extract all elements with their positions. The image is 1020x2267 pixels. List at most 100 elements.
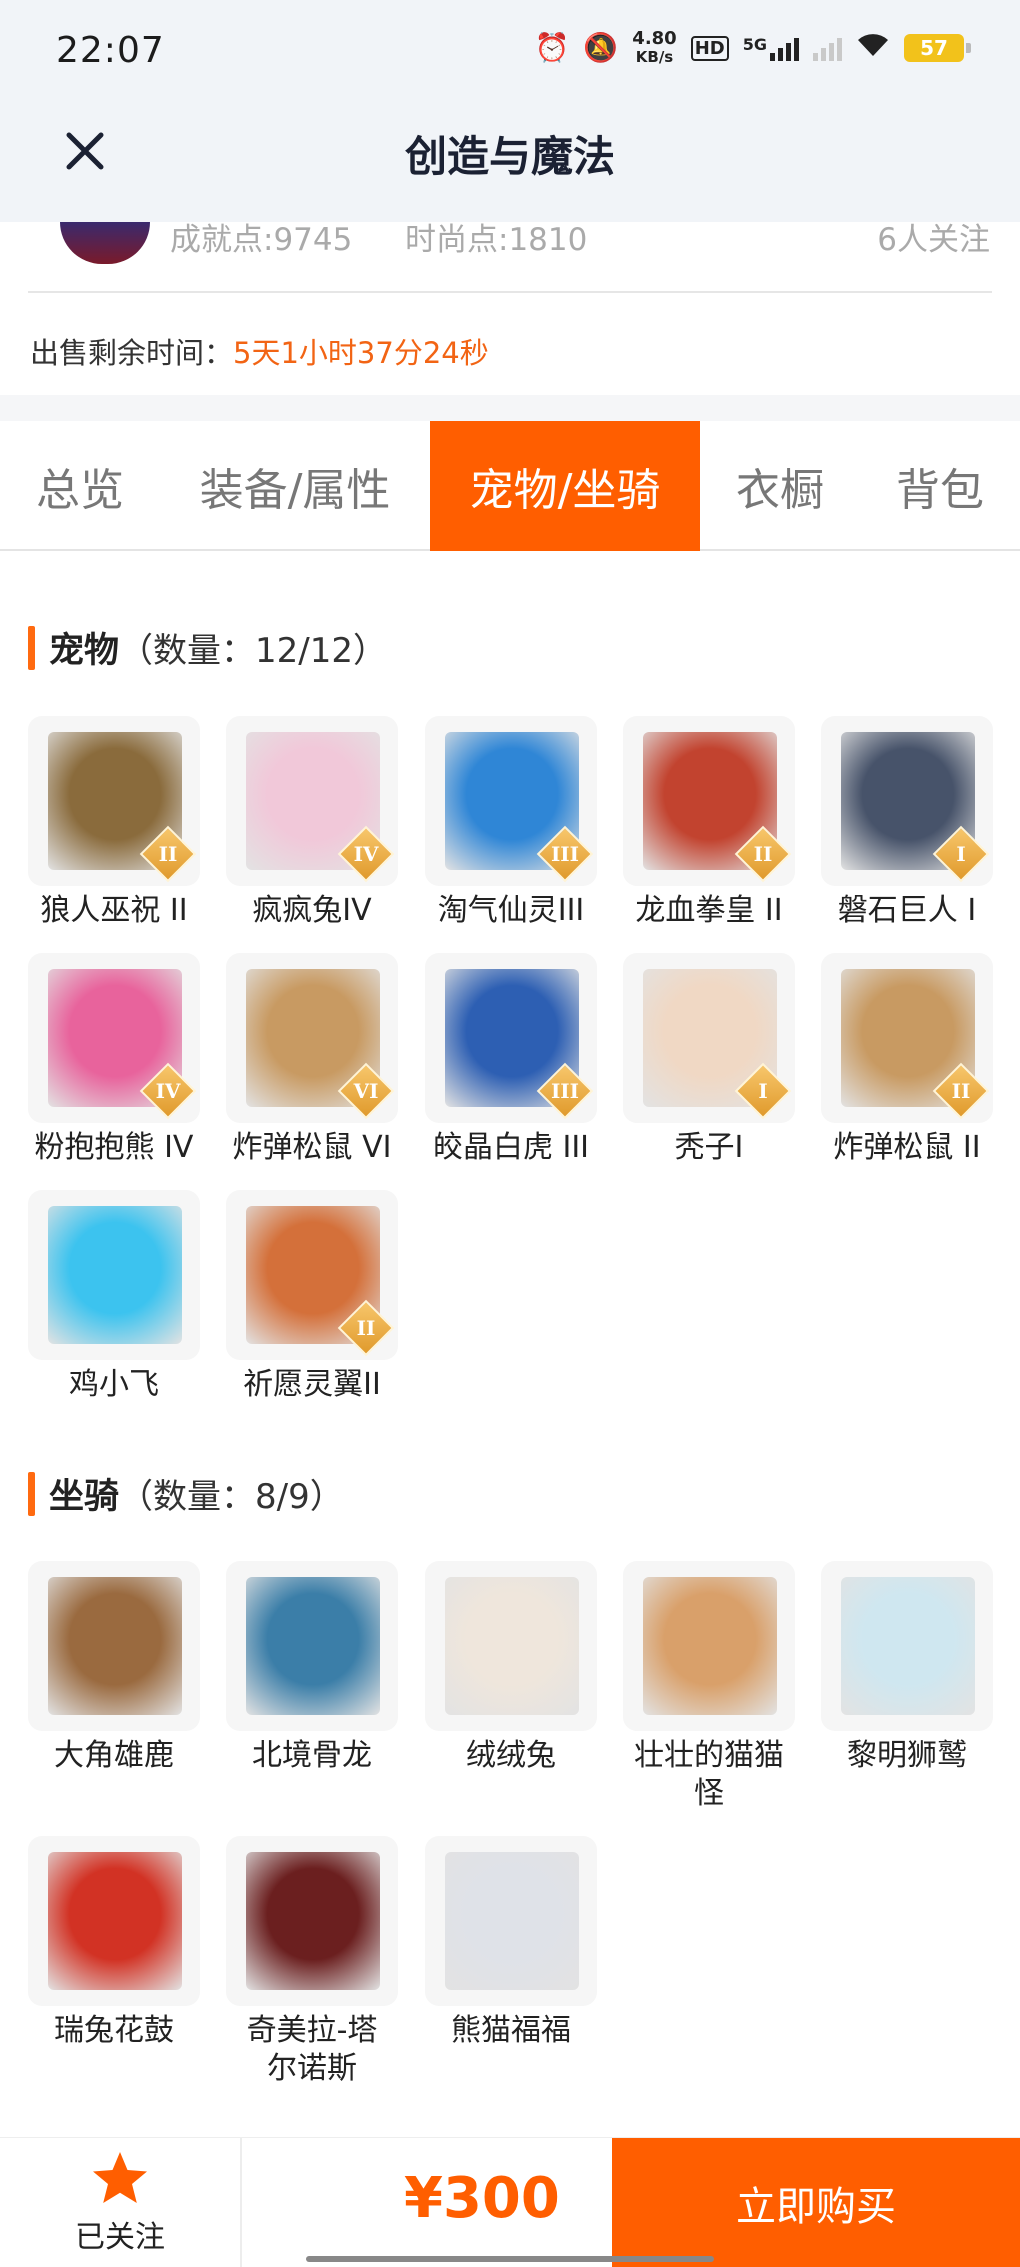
price: ¥300 bbox=[404, 2166, 560, 2231]
list-item[interactable]: 鸡小飞 bbox=[26, 1190, 202, 1404]
list-item[interactable]: II 炸弹松鼠 II bbox=[819, 953, 995, 1167]
item-name: 瑞兔花鼓 bbox=[54, 2013, 174, 2048]
list-item[interactable]: 奇美拉-塔尔诺斯 bbox=[224, 1836, 400, 2088]
list-item[interactable]: II 祈愿灵翼II bbox=[224, 1190, 400, 1404]
tier-badge-label: II bbox=[951, 1079, 971, 1103]
item-name: 皎晶白虎 III bbox=[432, 1130, 590, 1165]
net-speed-unit: KB/s bbox=[635, 48, 674, 66]
item-image bbox=[48, 1206, 182, 1344]
tier-badge-label: IV bbox=[155, 1079, 181, 1103]
tier-badge-label: IV bbox=[353, 842, 379, 866]
item-image bbox=[48, 1852, 182, 1990]
star-icon bbox=[93, 2152, 147, 2203]
item-image bbox=[246, 1852, 380, 1990]
tier-badge-label: II bbox=[158, 842, 178, 866]
mounts-count: （数量：8/9） bbox=[119, 1477, 344, 1517]
list-item[interactable]: 大角雄鹿 bbox=[26, 1561, 202, 1775]
list-item[interactable]: II 龙血拳皇 II bbox=[621, 716, 797, 930]
page-title: 创造与魔法 bbox=[404, 132, 615, 181]
sale-time-label: 出售剩余时间： bbox=[30, 336, 234, 370]
item-image bbox=[48, 1577, 182, 1715]
list-item[interactable]: IV 粉抱抱熊 IV bbox=[26, 953, 202, 1167]
item-thumbnail: IV bbox=[28, 953, 200, 1123]
tier-badge-label: II bbox=[356, 1316, 376, 1340]
item-name: 炸弹松鼠 II bbox=[833, 1130, 981, 1165]
item-thumbnail: II bbox=[623, 716, 795, 886]
item-thumbnail bbox=[425, 1836, 597, 2006]
list-item[interactable]: 壮壮的猫猫怪 bbox=[621, 1561, 797, 1813]
list-item[interactable]: I 磐石巨人 I bbox=[819, 716, 995, 930]
list-item[interactable]: VI 炸弹松鼠 VI bbox=[224, 953, 400, 1167]
status-bar: 22:07 ⏰ 🔕 4.80 KB/s HD 5G 57 bbox=[0, 0, 1020, 105]
bottom-bar: 已关注 ¥300 立即购买 bbox=[0, 2137, 1020, 2267]
item-image bbox=[643, 1577, 777, 1715]
clock: 22:07 bbox=[56, 30, 165, 71]
item-thumbnail: II bbox=[821, 953, 993, 1123]
item-image bbox=[445, 1852, 579, 1990]
follow-button[interactable]: 已关注 bbox=[0, 2138, 242, 2267]
item-name: 疯疯兔IV bbox=[252, 893, 372, 928]
signal-5g-icon: 5G bbox=[743, 35, 799, 61]
item-thumbnail: II bbox=[226, 1190, 398, 1360]
tab-bag[interactable]: 背包 bbox=[860, 421, 1020, 551]
net-speed: 4.80 KB/s bbox=[632, 28, 677, 67]
hd-icon: HD bbox=[690, 35, 729, 61]
list-item[interactable]: 绒绒兔 bbox=[423, 1561, 599, 1775]
achievement-points: 成就点:9745 bbox=[170, 222, 353, 258]
item-thumbnail: I bbox=[821, 716, 993, 886]
item-thumbnail bbox=[226, 1836, 398, 2006]
item-name: 狼人巫祝 II bbox=[40, 893, 188, 928]
follow-label: 已关注 bbox=[75, 2220, 165, 2255]
item-thumbnail bbox=[28, 1561, 200, 1731]
signal-bars-icon bbox=[770, 35, 799, 61]
tier-badge-label: III bbox=[550, 1079, 580, 1103]
wifi-icon bbox=[856, 32, 890, 64]
follower-count: 6人关注 bbox=[877, 222, 990, 258]
item-thumbnail: IV bbox=[226, 716, 398, 886]
battery-icon: 57 bbox=[904, 34, 971, 62]
item-name: 淘气仙灵III bbox=[437, 893, 585, 928]
mute-icon: 🔕 bbox=[583, 31, 619, 64]
list-item[interactable]: 瑞兔花鼓 bbox=[26, 1836, 202, 2050]
list-item[interactable]: 熊猫福福 bbox=[423, 1836, 599, 2050]
tab-equipment[interactable]: 装备/属性 bbox=[160, 421, 430, 551]
header: 创造与魔法 bbox=[0, 105, 1020, 222]
item-thumbnail bbox=[28, 1836, 200, 2006]
list-item[interactable]: I 秃子I bbox=[621, 953, 797, 1167]
list-item[interactable]: III 淘气仙灵III bbox=[423, 716, 599, 930]
item-name: 熊猫福福 bbox=[451, 2013, 571, 2048]
item-thumbnail: III bbox=[425, 716, 597, 886]
section-gap bbox=[0, 395, 1020, 421]
item-name: 奇美拉-塔尔诺斯 bbox=[246, 2013, 378, 2086]
list-item[interactable]: 北境骨龙 bbox=[224, 1561, 400, 1775]
tab-pets-mounts[interactable]: 宠物/坐骑 bbox=[430, 421, 700, 551]
item-thumbnail bbox=[623, 1561, 795, 1731]
buy-now-button[interactable]: 立即购买 bbox=[612, 2138, 1020, 2267]
pets-title: 宠物 bbox=[49, 631, 120, 671]
item-image bbox=[841, 1577, 975, 1715]
tier-badge-label: VI bbox=[353, 1079, 379, 1103]
divider bbox=[28, 291, 992, 293]
list-item[interactable]: IV 疯疯兔IV bbox=[224, 716, 400, 930]
item-name: 磐石巨人 I bbox=[837, 893, 977, 928]
item-thumbnail: III bbox=[425, 953, 597, 1123]
pets-count: （数量：12/12） bbox=[119, 631, 387, 671]
signal-bars-secondary-icon bbox=[813, 35, 842, 61]
item-thumbnail bbox=[821, 1561, 993, 1731]
item-image bbox=[445, 1577, 579, 1715]
item-name: 祈愿灵翼II bbox=[243, 1367, 381, 1402]
list-item[interactable]: II 狼人巫祝 II bbox=[26, 716, 202, 930]
list-item[interactable]: III 皎晶白虎 III bbox=[423, 953, 599, 1167]
tab-wardrobe[interactable]: 衣橱 bbox=[700, 421, 860, 551]
list-item[interactable]: 黎明狮鹫 bbox=[819, 1561, 995, 1775]
item-thumbnail bbox=[28, 1190, 200, 1360]
item-name: 粉抱抱熊 IV bbox=[34, 1130, 194, 1165]
tab-overview[interactable]: 总览 bbox=[0, 421, 160, 551]
tier-badge-label: II bbox=[753, 842, 773, 866]
item-thumbnail bbox=[425, 1561, 597, 1731]
mounts-title: 坐骑 bbox=[49, 1477, 120, 1517]
item-thumbnail: I bbox=[623, 953, 795, 1123]
net-speed-value: 4.80 bbox=[632, 28, 677, 49]
item-thumbnail bbox=[226, 1561, 398, 1731]
item-name: 绒绒兔 bbox=[466, 1738, 556, 1773]
